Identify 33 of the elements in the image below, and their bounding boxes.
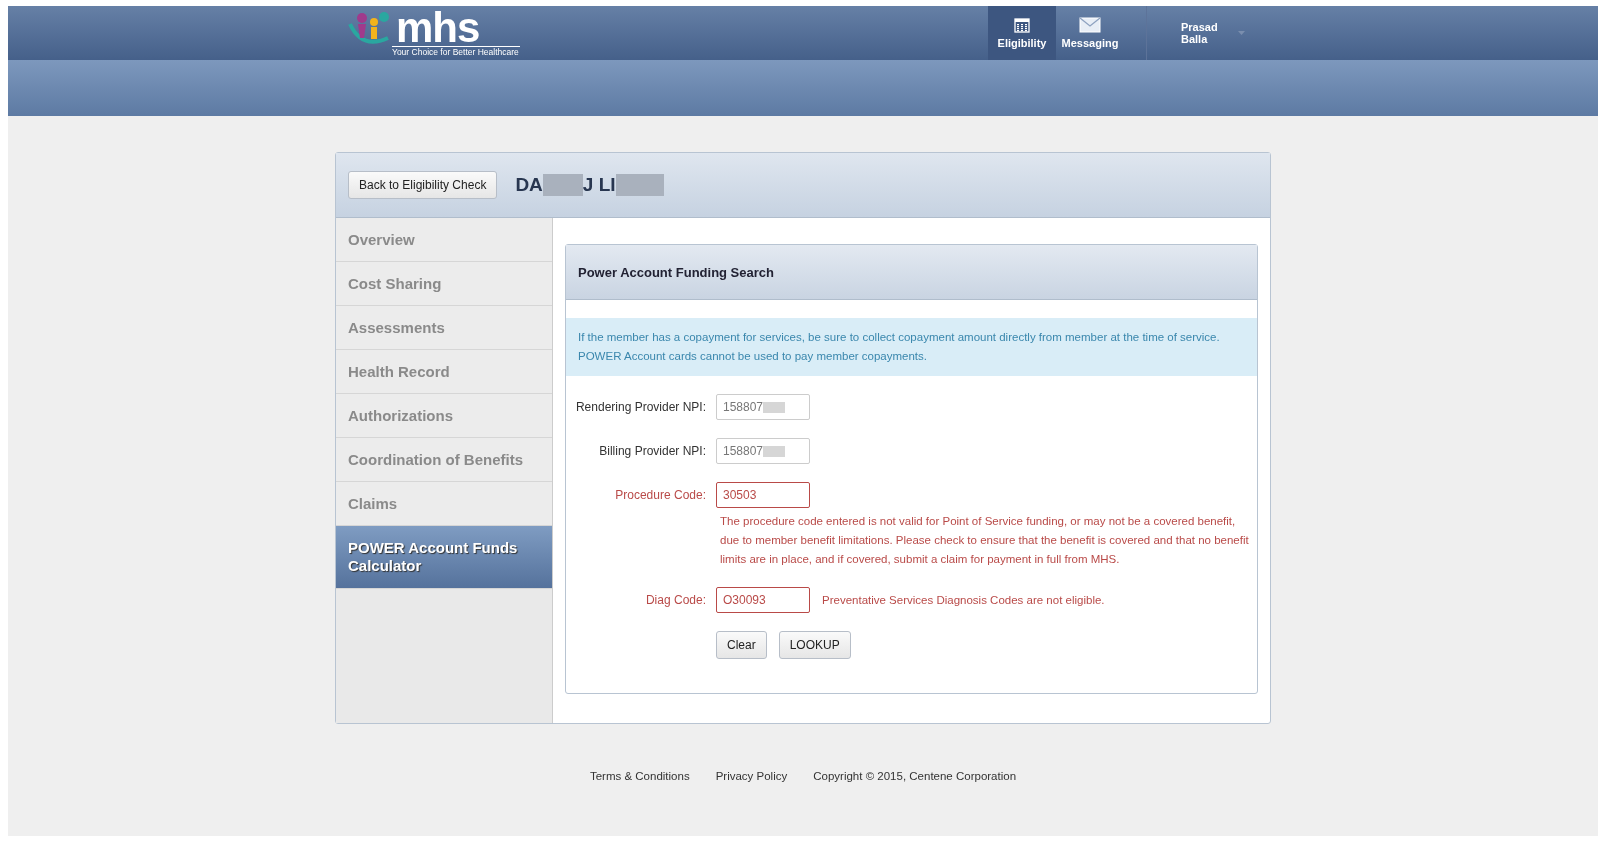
field-label: Procedure Code: [615, 488, 706, 504]
form-button[interactable]: Clear [716, 631, 767, 659]
footer-link[interactable]: Terms & Conditions [589, 770, 690, 782]
error-message: The procedure code entered is not valid for Point of Service funding, or may not be a covered benefit, due to member benefit limitations. Please check to ensure that the benefit is covered and that no benefit limits are in place, and if covered, submit a claim for payment in full from MHS. [719, 514, 1250, 567]
input-field[interactable]: 30503 [716, 482, 810, 508]
copyright-text: Copyright © 2015, Centene Corporation [813, 770, 1017, 782]
notice-text: POWER Account cards cannot be used to pay member copayments. [578, 349, 928, 364]
back-button[interactable]: Back to Eligibility Check [348, 171, 498, 199]
input-field[interactable]: 158807 [716, 438, 810, 464]
error-message: Preventative Services Diagnosis Codes are not eligible. [821, 592, 1105, 608]
panel-title: Power Account Funding Search [566, 245, 1257, 300]
footer-link[interactable]: Privacy Policy [715, 770, 788, 782]
envelope-icon [1079, 17, 1101, 33]
member-name: J LI [582, 174, 616, 196]
redaction-block [542, 174, 583, 196]
logo-text: mhs [396, 10, 480, 45]
member-name: DA [515, 174, 543, 196]
input-field[interactable]: 158807 [716, 394, 810, 420]
nav-tab[interactable]: Eligibility [988, 6, 1056, 60]
redaction-block [763, 445, 786, 457]
field-label: Diag Code: [645, 593, 706, 609]
redaction-block [763, 401, 786, 413]
caret-icon [1237, 31, 1245, 35]
field-label: Rendering Provider NPI: [575, 400, 706, 416]
field-label: Billing Provider NPI: [599, 444, 706, 460]
form-button[interactable]: LOOKUP [778, 631, 851, 659]
nav-tab[interactable]: Messaging [1056, 6, 1124, 60]
redaction-block [615, 174, 664, 196]
sidebar-item[interactable]: POWER Account Funds Calculator [336, 526, 552, 589]
input-field[interactable]: O30093 [716, 587, 810, 613]
logo-tagline: Your Choice for Better Healthcare [392, 45, 520, 57]
calendar-icon [1014, 17, 1030, 33]
notice-text: If the member has a copayment for services, be sure to collect copayment amount directly from member at the time of service. [578, 330, 1221, 345]
